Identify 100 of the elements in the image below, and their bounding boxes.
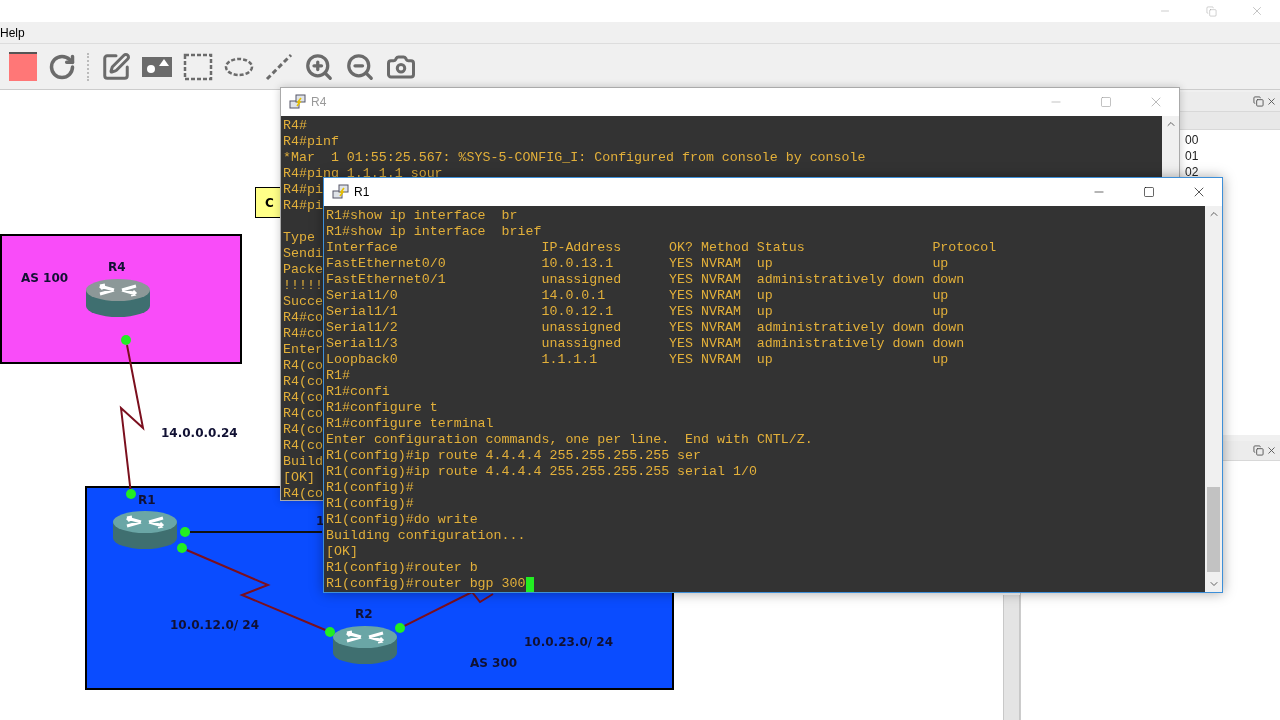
terminal-cell-text: Serial1/2: [326, 320, 399, 336]
close-icon[interactable]: [1266, 96, 1277, 107]
terminal-cell: down: [932, 320, 965, 336]
area-label: AS 100: [21, 270, 69, 287]
terminal-cell-text: unassigned: [541, 272, 623, 288]
terminal-cell-text: YES: [669, 288, 695, 304]
router-icon[interactable]: [84, 276, 152, 320]
terminal-line: R1#show ip interface br: [326, 208, 518, 224]
terminal-line: Packe: [283, 262, 323, 278]
terminal-cell-text: YES: [669, 352, 695, 368]
list-item[interactable]: 01: [1185, 148, 1280, 164]
terminal-line: !!!!!: [283, 278, 323, 294]
terminal-cell-text: YES: [669, 304, 695, 320]
router-label: R1: [138, 492, 156, 509]
float-icon[interactable]: [1253, 445, 1264, 456]
link-status-dot: [180, 527, 190, 537]
terminal-cell-text: NVRAM: [701, 352, 742, 368]
list-item[interactable]: 00: [1185, 132, 1280, 148]
toolbar-grip: [87, 52, 90, 81]
terminal-line: R1#: [326, 368, 350, 384]
terminal-cell-text: Serial1/1: [326, 304, 399, 320]
line-icon[interactable]: [265, 52, 293, 81]
terminal-app-icon: [332, 183, 350, 201]
link-label: 10.0.12.0/ 24: [170, 617, 260, 634]
terminal-cell: down: [932, 336, 965, 352]
rectangle-icon[interactable]: [183, 52, 213, 81]
area-label: AS 300: [470, 655, 518, 672]
color-swatch[interactable]: [9, 52, 37, 81]
terminal-cell-text: Status: [756, 240, 806, 256]
ellipse-icon[interactable]: [224, 55, 254, 78]
restore-icon[interactable]: [1205, 5, 1217, 17]
link-label: 10.0.23.0/ 24: [524, 634, 614, 651]
terminal-cell: down: [932, 272, 965, 288]
terminal-line: R1(config)#ip route 4.4.4.4 255.255.255.255 ser: [326, 448, 702, 464]
terminal-cell-text: Loopback0: [326, 352, 399, 368]
terminal-cell-text: NVRAM: [701, 320, 742, 336]
terminal-cell-text: YES: [669, 272, 695, 288]
terminal-cell-text: NVRAM: [701, 256, 742, 272]
terminal-cell: up: [932, 304, 949, 320]
terminal-cell-text: FastEthernet0/1: [326, 272, 447, 288]
link-label: 14.0.0.0.24: [161, 425, 238, 442]
maximize-icon[interactable]: [1143, 186, 1155, 198]
terminal-cell-text: NVRAM: [701, 288, 742, 304]
link-status-dot: [325, 627, 335, 637]
terminal-cell-text: up: [756, 352, 774, 368]
terminal-line: Type: [283, 230, 315, 246]
terminal-cell-text: up: [756, 304, 774, 320]
router-icon[interactable]: [111, 508, 179, 552]
terminal-line: Enter configuration commands, one per line. End with CNTL/Z.: [326, 432, 813, 448]
terminal-cell-text: NVRAM: [701, 272, 742, 288]
canvas-scrollbar[interactable]: [1003, 595, 1020, 720]
terminal-cell-text: up: [756, 288, 774, 304]
terminal-cell-text: 10.0.13.1: [541, 256, 615, 272]
terminal-line: R1(config)#ip route 4.4.4.4 255.255.255.255 serial 1/0: [326, 464, 757, 480]
terminal-cell: Protocol: [932, 240, 997, 256]
terminal-line: [OK]: [326, 544, 358, 560]
terminal-line: R1(config)#router bgp 300: [326, 576, 526, 592]
terminal-cell: up: [932, 288, 949, 304]
list-item[interactable]: 02: [1185, 164, 1280, 180]
terminal-line: Enter: [283, 342, 323, 358]
router-icon[interactable]: [331, 623, 399, 667]
router-label: R4: [108, 259, 126, 276]
terminal-cell-text: administratively down: [756, 320, 926, 336]
terminal-line: R1#show ip interface brief: [326, 224, 542, 240]
terminal-cell-text: FastEthernet0/0: [326, 256, 447, 272]
terminal-cell-text: 10.0.12.1: [541, 304, 615, 320]
terminal-line: Sendi: [283, 246, 323, 262]
terminal-line: R1#configure terminal: [326, 416, 494, 432]
terminal-line: R1(config)#: [326, 480, 414, 496]
terminal-cell-text: IP-Address: [541, 240, 623, 256]
terminal-line: R4#pi: [283, 198, 323, 214]
link-status-dot: [126, 489, 136, 499]
terminal-line: R4#pinf: [283, 134, 339, 150]
terminal-cell-text: unassigned: [541, 336, 623, 352]
refresh-icon[interactable]: [48, 52, 76, 81]
terminal-cell: up: [932, 256, 949, 272]
zoom-out-icon[interactable]: [345, 51, 375, 82]
terminal-line: R4(co: [283, 390, 323, 406]
terminal-line: R4#co: [283, 326, 323, 342]
terminal-line: R1#confi: [326, 384, 390, 400]
terminal-line: R4#pi: [283, 182, 323, 198]
edit-icon[interactable]: [101, 51, 131, 82]
menu-item[interactable]: Help: [0, 23, 25, 42]
terminal-cell-text: Serial1/0: [326, 288, 399, 304]
link-status-dot: [177, 543, 187, 553]
terminal-line: R4#ping 1.1.1.1 sour: [283, 166, 443, 182]
terminal-line: R4(co: [283, 374, 323, 390]
link-status-dot: [121, 335, 131, 345]
terminal-line: *Mar 1 01:55:25.567: %SYS-5-CONFIG_I: Configured from console by console: [283, 150, 866, 166]
float-icon[interactable]: [1253, 96, 1264, 107]
scroll-thumb[interactable]: [1207, 487, 1220, 572]
scrollbar[interactable]: [1205, 206, 1222, 592]
terminal-cell-text: 14.0.0.1: [541, 288, 607, 304]
terminal-cell-text: YES: [669, 320, 695, 336]
terminal-line: R4(co: [283, 438, 323, 454]
terminal-line: Succe: [283, 294, 323, 310]
zoom-in-icon[interactable]: [304, 51, 334, 82]
close-icon[interactable]: [1266, 445, 1277, 456]
terminal-cell-text: administratively down: [756, 272, 926, 288]
serial-link[interactable]: [119, 344, 145, 490]
